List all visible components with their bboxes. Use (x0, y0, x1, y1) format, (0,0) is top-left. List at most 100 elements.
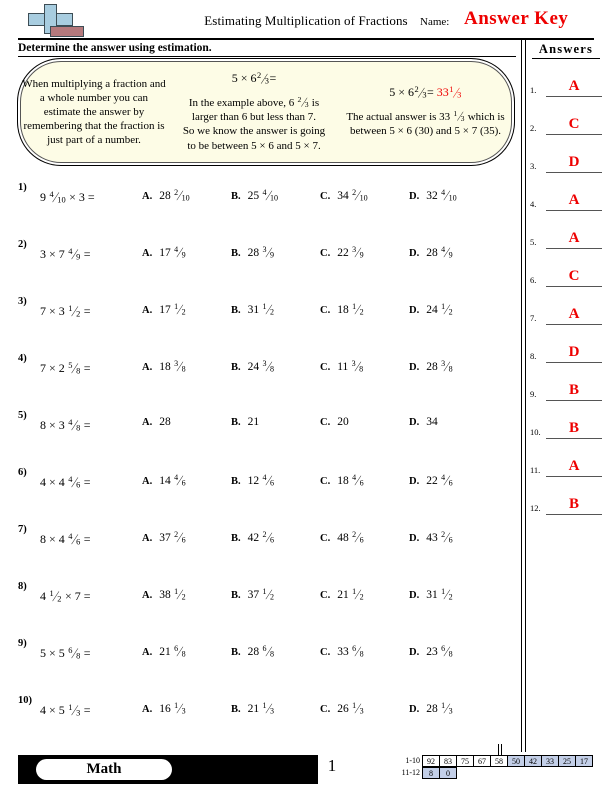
page-header: Estimating Multiplication of Fractions N… (0, 0, 612, 40)
fraction-denominator: 6 (359, 478, 364, 488)
choice-option[interactable]: C. 26 1/3 (320, 701, 364, 717)
fraction-denominator: 2 (181, 307, 186, 317)
choice-option[interactable]: A. 28 2/10 (142, 188, 190, 204)
fraction: 1/2 (352, 302, 364, 318)
choice-option[interactable]: B. 21 1/3 (231, 701, 275, 717)
choice-option[interactable]: B. 21 (231, 416, 259, 428)
instruction-divider (18, 56, 516, 57)
example-info-box: When multiplying a fraction and a whole … (17, 58, 515, 166)
choice-option[interactable]: C. 18 4/6 (320, 473, 364, 489)
score-cell: 75 (456, 755, 474, 767)
choice-option[interactable]: A. 38 1/2 (142, 587, 186, 603)
choice-option[interactable]: A. 14 4/6 (142, 473, 186, 489)
choice-value: 20 (337, 416, 349, 428)
answer-value: A (568, 458, 580, 474)
score-cell: 58 (490, 755, 508, 767)
choice-option[interactable]: B. 24 3/8 (231, 359, 275, 375)
choice-value: 33 6/8 (337, 644, 364, 660)
choice-option[interactable]: B. 37 1/2 (231, 587, 275, 603)
choice-option[interactable]: A. 17 1/2 (142, 302, 186, 318)
choice-option[interactable]: A. 18 3/8 (142, 359, 186, 375)
question-row: 6) 4 × 4 4/6 = A. 14 4/6 B. 12 4/6 C. 18 4/6 D. 2… (14, 467, 516, 524)
choice-option[interactable]: D. 43 2/6 (409, 530, 453, 546)
choice-letter: C. (320, 590, 331, 602)
choice-letter: B. (231, 476, 241, 488)
choice-option[interactable]: B. 28 3/9 (231, 245, 275, 261)
header-divider (18, 38, 594, 40)
answer-index: 8. (530, 351, 537, 361)
choice-letter: A. (142, 704, 153, 716)
choice-option[interactable]: D. 22 4/6 (409, 473, 453, 489)
choice-option[interactable]: A. 21 6/8 (142, 644, 186, 660)
choice-option[interactable]: D. 28 3/8 (409, 359, 453, 375)
fraction-denominator: 3 (181, 706, 186, 716)
fraction: 1/2 (263, 302, 275, 318)
choice-option[interactable]: C. 20 (320, 416, 349, 428)
score-cell: 25 (558, 755, 576, 767)
choice-option[interactable]: D. 28 1/3 (409, 701, 453, 717)
choice-value: 28 2/10 (159, 188, 190, 204)
choice-option[interactable]: B. 28 6/8 (231, 644, 275, 660)
choice-option[interactable]: A. 37 2/6 (142, 530, 186, 546)
choice-value: 18 4/6 (337, 473, 364, 489)
answer-index: 7. (530, 313, 537, 323)
choice-letter: D. (409, 533, 420, 545)
choice-option[interactable]: B. 31 1/2 (231, 302, 275, 318)
choice-option[interactable]: D. 23 6/8 (409, 644, 453, 660)
choice-option[interactable]: C. 34 2/10 (320, 188, 368, 204)
answer-index: 2. (530, 123, 537, 133)
choice-value: 34 2/10 (337, 188, 368, 204)
choice-option[interactable]: A. 16 1/3 (142, 701, 186, 717)
choice-option[interactable]: C. 22 3/9 (320, 245, 364, 261)
site-url: www.CommonCoreSheets.com (182, 765, 302, 775)
fraction: 3/8 (352, 359, 364, 375)
fraction: 1/2 (68, 304, 80, 320)
choice-option[interactable]: B. 25 4/10 (231, 188, 279, 204)
fraction: 6/8 (441, 644, 453, 660)
score-cell: 83 (439, 755, 457, 767)
choice-value: 21 1/3 (247, 701, 275, 717)
choice-option[interactable]: D. 32 4/10 (409, 188, 457, 204)
fraction-denominator: 6 (448, 535, 453, 545)
choice-letter: C. (320, 362, 331, 374)
fraction: 4/8 (68, 418, 80, 434)
choice-option[interactable]: C. 18 1/2 (320, 302, 364, 318)
choice-letter: C. (320, 305, 331, 317)
fraction-denominator: 9 (76, 252, 81, 262)
choice-option[interactable]: D. 31 1/2 (409, 587, 453, 603)
choice-value: 38 1/2 (159, 587, 186, 603)
choice-option[interactable]: A. 17 4/9 (142, 245, 186, 261)
question-number: 1) (18, 182, 27, 193)
score-cell: 0 (439, 767, 457, 779)
choice-option[interactable]: B. 12 4/6 (231, 473, 275, 489)
choice-option[interactable]: C. 48 2/6 (320, 530, 364, 546)
choice-letter: A. (142, 417, 153, 428)
choice-option[interactable]: C. 21 1/2 (320, 587, 364, 603)
answer-value: B (568, 496, 579, 512)
fraction: 1/2 (441, 587, 453, 603)
choice-letter: B. (231, 417, 241, 428)
question-number: 3) (18, 296, 27, 307)
choice-option[interactable]: A. 28 (142, 416, 171, 428)
choice-option[interactable]: C. 33 6/8 (320, 644, 364, 660)
choice-letter: A. (142, 248, 153, 260)
fraction: 3/9 (352, 245, 364, 261)
choice-value: 21 (247, 416, 260, 428)
fraction: 1/3 (352, 701, 364, 717)
choice-letter: C. (320, 248, 331, 260)
fraction: 4/10 (50, 190, 66, 206)
answer-explanation: The actual answer is 33 1/3 which is bet… (346, 108, 505, 138)
choice-option[interactable]: D. 34 (409, 416, 438, 428)
choice-option[interactable]: D. 24 1/2 (409, 302, 453, 318)
question-expression: 7 × 2 5/8 = (40, 361, 91, 378)
question-expression: 8 × 4 4/6 = (40, 532, 91, 549)
choice-letter: A. (142, 590, 153, 602)
choice-letter: C. (320, 476, 331, 488)
choice-option[interactable]: B. 42 2/6 (231, 530, 275, 546)
choice-value: 26 1/3 (337, 701, 364, 717)
choice-option[interactable]: D. 28 4/9 (409, 245, 453, 261)
fraction-denominator: 2 (181, 592, 186, 602)
question-number: 2) (18, 239, 27, 250)
choice-letter: B. (231, 305, 241, 317)
choice-option[interactable]: C. 11 3/8 (320, 359, 364, 375)
